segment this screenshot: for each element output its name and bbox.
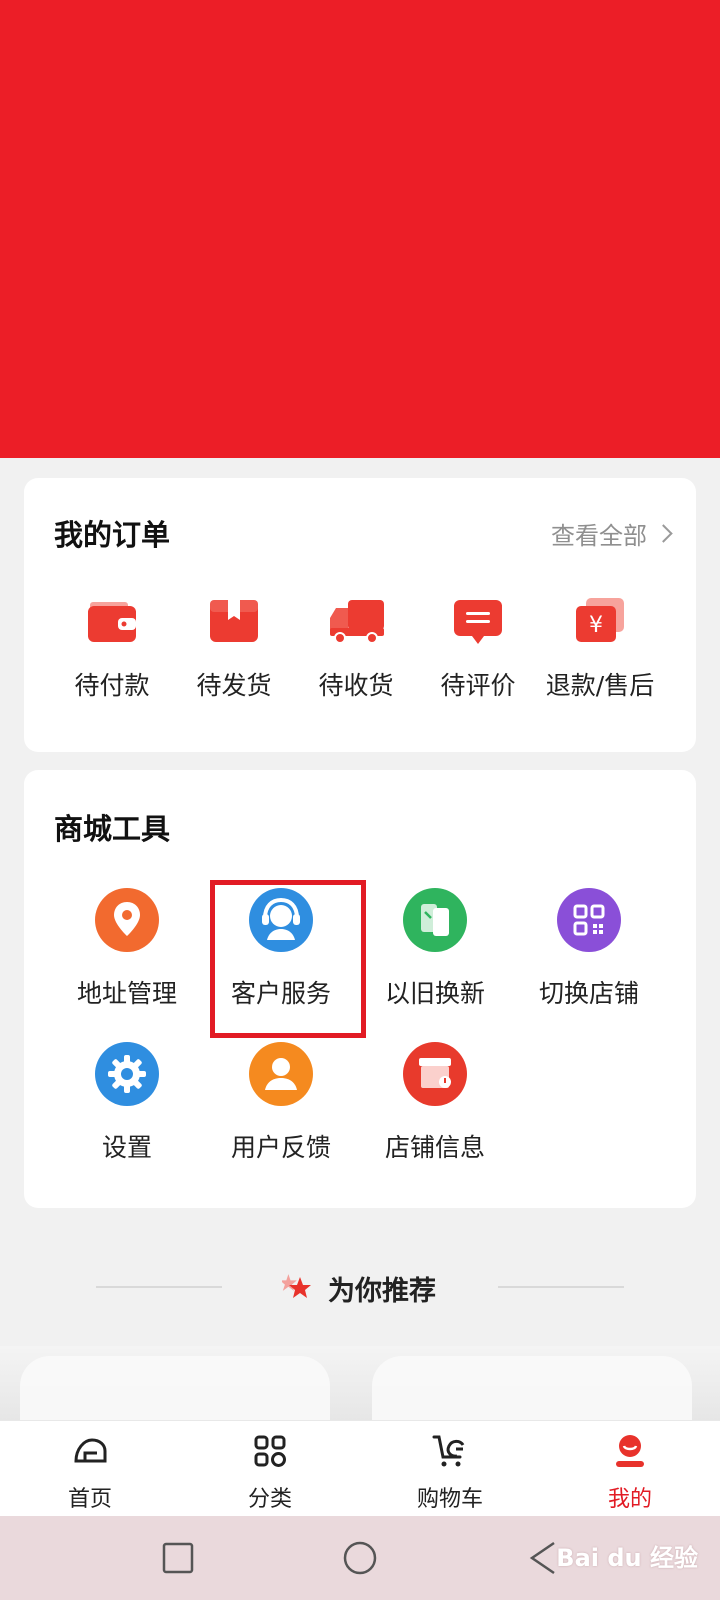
view-all-label: 查看全部 bbox=[551, 522, 647, 550]
package-icon bbox=[206, 596, 262, 646]
back-icon[interactable] bbox=[528, 1540, 558, 1576]
category-icon bbox=[254, 1435, 286, 1467]
divider-line bbox=[498, 1286, 624, 1288]
order-item-label: 待评价 bbox=[440, 671, 516, 700]
tool-label: 店铺信息 bbox=[384, 1133, 485, 1162]
trade-in-icon bbox=[403, 888, 467, 952]
profile-icon bbox=[616, 1435, 644, 1467]
tool-label: 切换店铺 bbox=[538, 979, 639, 1008]
refund-icon: ¥ bbox=[572, 596, 628, 646]
home-button-icon[interactable] bbox=[342, 1540, 378, 1576]
gear-icon bbox=[95, 1042, 159, 1106]
store-icon bbox=[403, 1042, 467, 1106]
tool-label: 用户反馈 bbox=[230, 1133, 331, 1162]
svg-text:¥: ¥ bbox=[589, 613, 603, 638]
tool-user-feedback[interactable]: 用户反馈 bbox=[206, 1042, 356, 1164]
order-pending-payment[interactable]: 待付款 bbox=[50, 596, 174, 702]
tools-title: 商城工具 bbox=[54, 812, 171, 846]
order-item-label: 退款/售后 bbox=[545, 671, 655, 700]
tab-category[interactable]: 分类 bbox=[210, 1431, 330, 1513]
cart-icon bbox=[432, 1435, 465, 1467]
tab-label: 分类 bbox=[247, 1487, 292, 1512]
tool-switch-store[interactable]: 切换店铺 bbox=[514, 888, 664, 1010]
product-card[interactable] bbox=[20, 1356, 330, 1422]
recommend-title: 为你推荐 bbox=[328, 1276, 436, 1307]
user-icon bbox=[249, 1042, 313, 1106]
bottom-tab-bar: 首页 分类 购物车 我的 bbox=[0, 1420, 720, 1516]
tab-home[interactable]: 首页 bbox=[30, 1431, 150, 1513]
order-item-label: 待收货 bbox=[318, 671, 394, 700]
customer-service-highlight-box bbox=[210, 880, 366, 1038]
qr-code-icon bbox=[557, 888, 621, 952]
tool-label: 设置 bbox=[101, 1133, 152, 1162]
recommended-products-preview[interactable] bbox=[0, 1346, 720, 1422]
recommend-section-header: 为你推荐 bbox=[0, 1266, 720, 1316]
home-icon bbox=[74, 1438, 107, 1463]
view-all-orders-link[interactable]: 查看全部 bbox=[551, 516, 673, 551]
my-orders-card: 我的订单 查看全部 待付款 待发货 待收货 待评价 ¥ 退款/售后 bbox=[24, 478, 696, 752]
product-card[interactable] bbox=[372, 1356, 692, 1422]
chevron-right-icon bbox=[654, 524, 673, 543]
tool-label: 以旧换新 bbox=[384, 979, 485, 1008]
star-icon bbox=[282, 1274, 311, 1298]
divider-line bbox=[96, 1286, 222, 1288]
recent-apps-icon[interactable] bbox=[162, 1542, 194, 1574]
tool-trade-in[interactable]: 以旧换新 bbox=[360, 888, 510, 1010]
orders-title: 我的订单 bbox=[54, 518, 171, 552]
location-icon bbox=[95, 888, 159, 952]
watermark-logo: Bai du 经验 bbox=[556, 1544, 698, 1572]
order-pending-shipment[interactable]: 待发货 bbox=[172, 596, 296, 702]
order-refund-after-sales[interactable]: ¥ 退款/售后 bbox=[538, 596, 662, 702]
tab-label: 首页 bbox=[67, 1487, 112, 1512]
wallet-icon bbox=[84, 596, 140, 646]
truck-icon bbox=[328, 596, 384, 646]
profile-header-banner bbox=[0, 0, 720, 458]
tab-label: 购物车 bbox=[416, 1487, 483, 1512]
tool-address-management[interactable]: 地址管理 bbox=[52, 888, 202, 1010]
comment-icon bbox=[450, 596, 506, 646]
order-pending-receipt[interactable]: 待收货 bbox=[294, 596, 418, 702]
tab-label: 我的 bbox=[607, 1487, 652, 1512]
tab-mine[interactable]: 我的 bbox=[570, 1431, 690, 1513]
tab-cart[interactable]: 购物车 bbox=[390, 1431, 510, 1513]
order-item-label: 待发货 bbox=[196, 671, 272, 700]
order-item-label: 待付款 bbox=[74, 671, 150, 700]
tool-label: 地址管理 bbox=[76, 979, 177, 1008]
tool-store-info[interactable]: 店铺信息 bbox=[360, 1042, 510, 1164]
order-pending-review[interactable]: 待评价 bbox=[416, 596, 540, 702]
tool-settings[interactable]: 设置 bbox=[52, 1042, 202, 1164]
